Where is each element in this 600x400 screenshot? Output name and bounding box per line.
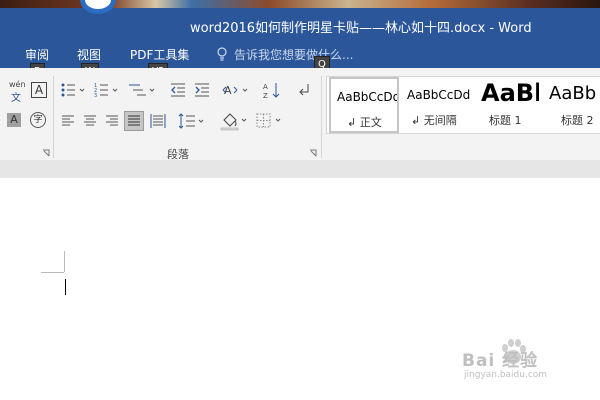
numbering-icon[interactable]: 1 2 3: [94, 82, 120, 98]
enclose-char-button[interactable]: 字: [30, 112, 46, 128]
char-border-button[interactable]: A: [31, 82, 47, 98]
text-cursor: [65, 279, 66, 295]
style-heading-2[interactable]: AaBb 标题 2: [543, 77, 600, 133]
paragraph-dialog-launcher-icon[interactable]: [309, 149, 317, 157]
justify-button[interactable]: [124, 111, 144, 131]
margin-crop-mark: [41, 272, 64, 273]
group-separator: [321, 76, 322, 158]
style-sample: AaBbCcDd: [337, 90, 399, 104]
style-sample: AaBb: [481, 79, 539, 107]
multilevel-list-icon[interactable]: [128, 82, 158, 98]
show-hide-marks-icon[interactable]: [298, 82, 312, 98]
distributed-align-icon[interactable]: [150, 113, 166, 129]
photo-decoration: [80, 0, 116, 14]
char-shading-button[interactable]: A: [7, 113, 21, 127]
style-sample: AaBbCcDd: [407, 88, 471, 102]
svg-text:Z: Z: [263, 92, 268, 99]
line-spacing-icon[interactable]: [178, 112, 206, 130]
style-sample: AaBb: [549, 83, 597, 104]
align-right-icon[interactable]: [105, 114, 119, 128]
font-dialog-launcher-icon[interactable]: [42, 149, 50, 157]
svg-text:3: 3: [94, 93, 97, 98]
phonetic-guide-button[interactable]: wén 文: [6, 80, 28, 104]
increase-indent-icon[interactable]: [194, 82, 210, 98]
phonetic-guide-top: wén: [9, 80, 26, 89]
keytip-tell-me: Q: [314, 56, 330, 68]
title-bar: word2016如何制作明星卡贴——林心如十四.docx - Word 审阅 视…: [0, 0, 600, 68]
watermark-url: jingyan.baidu.com: [464, 370, 548, 380]
styles-gallery: AaBbCcDd ↲ 正文 AaBbCcDd ↲ 无间隔 AaBb 标题 1 A…: [326, 76, 600, 134]
watermark-brand: Bai 经验: [462, 351, 539, 371]
style-normal[interactable]: AaBbCcDd ↲ 正文: [329, 77, 399, 133]
borders-icon[interactable]: [256, 112, 286, 130]
shading-icon[interactable]: [220, 111, 250, 131]
baidu-jingyan-watermark: Bai 经验 jingyan.baidu.com: [452, 339, 570, 384]
align-left-icon[interactable]: [61, 114, 75, 128]
tab-review[interactable]: 审阅: [25, 46, 49, 63]
tell-me-placeholder: 告诉我您想要做什么...: [234, 48, 354, 62]
style-name-text: 无间隔: [423, 114, 457, 127]
tab-pdf-tools[interactable]: PDF工具集: [130, 46, 189, 63]
margin-crop-mark: [64, 251, 65, 272]
window-title: word2016如何制作明星卡贴——林心如十四.docx - Word: [190, 21, 532, 36]
justify-icon: [128, 115, 140, 126]
ruler-strip: [0, 160, 600, 178]
decrease-indent-icon[interactable]: [170, 82, 186, 98]
phonetic-guide-bottom: 文: [11, 93, 21, 104]
lightbulb-icon: [217, 47, 227, 61]
style-name: 标题 1: [489, 114, 522, 127]
style-no-spacing[interactable]: AaBbCcDd ↲ 无间隔: [401, 77, 473, 133]
style-name: ↲ 正文: [347, 116, 382, 129]
svg-text:A: A: [224, 84, 232, 97]
style-name: ↲ 无间隔: [411, 114, 457, 127]
style-heading-1[interactable]: AaBb 标题 1: [475, 77, 539, 133]
text-direction-icon[interactable]: A: [222, 82, 252, 98]
group-separator: [53, 76, 54, 158]
sort-icon[interactable]: A Z: [262, 81, 282, 99]
svg-text:A: A: [263, 83, 268, 91]
style-name-text: 正文: [359, 116, 382, 129]
tab-view[interactable]: 视图: [77, 46, 101, 63]
style-name: 标题 2: [561, 114, 594, 127]
align-center-icon[interactable]: [83, 114, 97, 128]
bullets-icon[interactable]: [61, 82, 87, 98]
